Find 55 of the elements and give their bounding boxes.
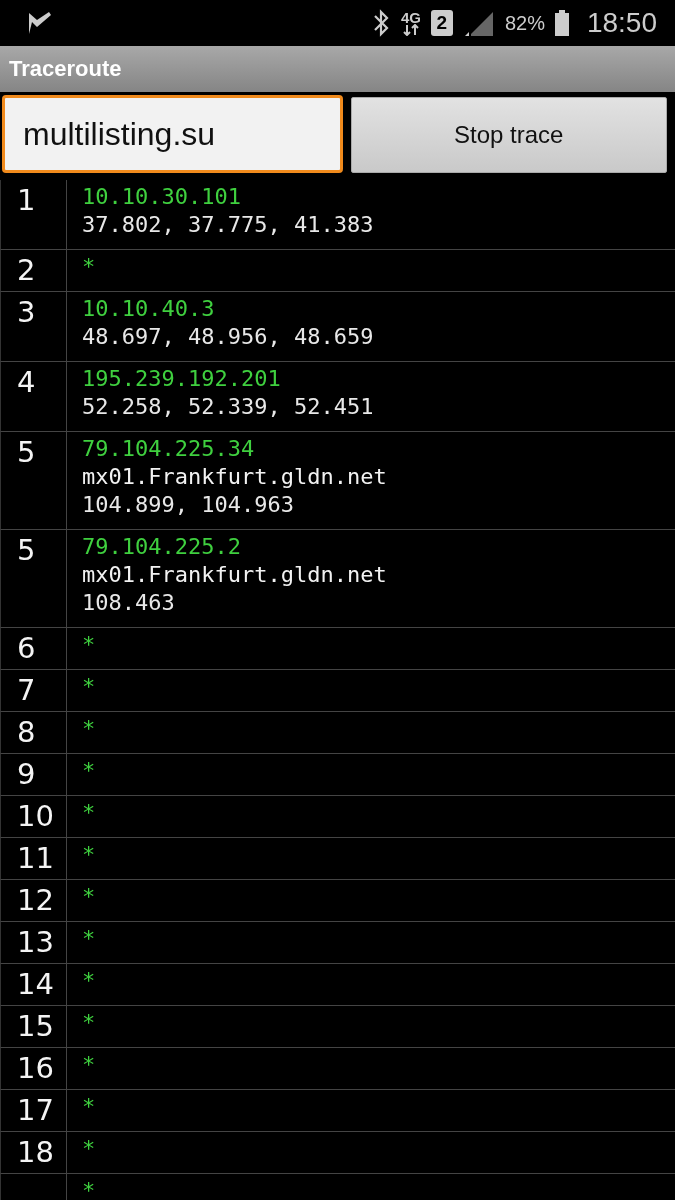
- battery-percent: 82%: [504, 11, 545, 35]
- ip-address: *: [82, 673, 96, 701]
- ip-address: 10.10.40.3: [82, 295, 216, 323]
- ip-address: *: [82, 799, 96, 827]
- hop-number: 5: [17, 434, 37, 470]
- ip-address: *: [82, 253, 96, 281]
- ip-address: *: [82, 1135, 96, 1163]
- hop-number: 14: [17, 966, 55, 1002]
- hop-number: 11: [17, 840, 55, 876]
- ip-address: *: [82, 883, 96, 911]
- hop-number: 17: [17, 1092, 55, 1128]
- battery-icon: [554, 10, 569, 36]
- ip-address: *: [82, 757, 96, 785]
- hop-number: 5: [17, 532, 37, 568]
- hop-number: 16: [17, 1050, 55, 1086]
- window-title: Traceroute: [9, 56, 122, 82]
- ip-address: 10.10.30.101: [82, 183, 242, 211]
- hop-number: 1: [17, 182, 37, 218]
- ip-address: 79.104.225.34: [82, 435, 256, 463]
- sim-icon: 2: [430, 10, 453, 36]
- hop-number: 12: [17, 882, 55, 918]
- hop-number: 15: [17, 1008, 55, 1044]
- ip-address: *: [82, 715, 96, 743]
- hop-number: 6: [17, 630, 37, 666]
- response-times: 108.463: [82, 589, 176, 617]
- response-times: 48.697, 48.956, 48.659: [82, 323, 374, 351]
- response-times: 37.802, 37.775, 41.383: [82, 211, 374, 239]
- ip-address: *: [82, 1051, 96, 1079]
- host-name: mx01.Frankfurt.gldn.net: [82, 561, 387, 589]
- ip-address: *: [82, 841, 96, 869]
- network-type-icon: 4G: [400, 10, 421, 36]
- hop-number: 10: [17, 798, 55, 834]
- ip-address: *: [82, 1177, 96, 1200]
- hop-number: 4: [17, 364, 37, 400]
- hop-number: 18: [17, 1134, 55, 1170]
- hop-number: 3: [17, 294, 37, 330]
- hop-number: 7: [17, 672, 37, 708]
- hop-number: 13: [17, 924, 55, 960]
- ip-address: 79.104.225.2: [82, 533, 242, 561]
- response-times: 104.899, 104.963: [82, 491, 295, 519]
- ip-address: *: [82, 631, 96, 659]
- ip-address: *: [82, 1009, 96, 1037]
- hop-number: 9: [17, 756, 37, 792]
- ip-address: 195.239.192.201: [82, 365, 282, 393]
- hop-number: 2: [17, 252, 37, 288]
- hop-number: 8: [17, 714, 37, 750]
- host-name: mx01.Frankfurt.gldn.net: [82, 463, 387, 491]
- ip-address: *: [82, 967, 96, 995]
- ip-address: *: [82, 925, 96, 953]
- host-input-field[interactable]: multilisting.su: [2, 95, 343, 173]
- stop-trace-button[interactable]: Stop trace: [350, 97, 667, 173]
- data-arrows-icon: [401, 23, 420, 36]
- ip-address: *: [82, 1093, 96, 1121]
- clock-time: 18:50: [586, 7, 657, 39]
- response-times: 52.258, 52.339, 52.451: [82, 393, 374, 421]
